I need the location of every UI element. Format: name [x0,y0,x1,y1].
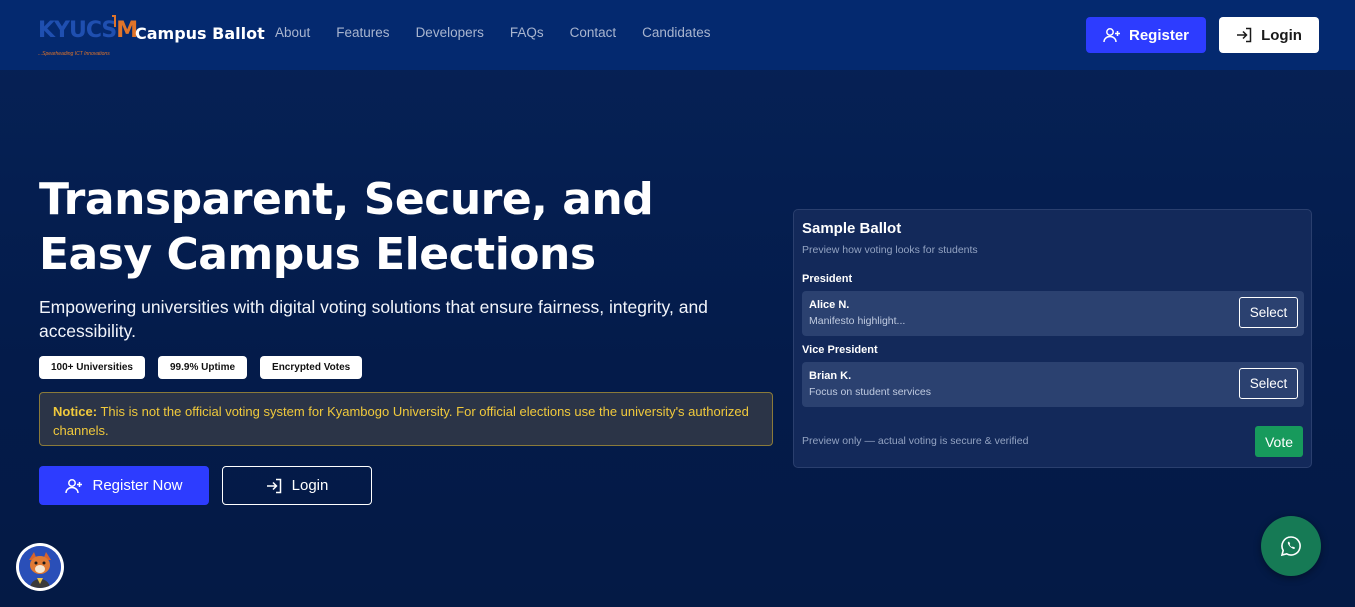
user-plus-icon [1103,27,1121,43]
candidate-name: Brian K. [809,370,852,382]
navbar: KYUCSM ...Spearheading ICT Innovations C… [0,0,1355,70]
ballot-subtitle: Preview how voting looks for students [802,244,978,256]
badges: 100+ Universities 99.9% Uptime Encrypted… [39,356,363,379]
badge-uptime: 99.9% Uptime [158,356,248,379]
sign-in-icon [1236,27,1253,43]
user-plus-icon [65,478,83,494]
position-label-president: President [802,273,853,285]
candidate-row-president: Alice N. Manifesto highlight... Select [802,291,1304,336]
nav-link-contact[interactable]: Contact [570,25,617,40]
notice-label: Notice: [53,404,98,419]
hero-login-button[interactable]: Login [222,466,372,505]
brand-name[interactable]: Campus Ballot [135,24,265,43]
logo-mark-icon [112,15,116,27]
nav-link-faqs[interactable]: FAQs [510,25,544,40]
position-label-vice-president: Vice President [802,344,878,356]
logo-tagline: ...Spearheading ICT Innovations [38,51,110,57]
ballot-footer-note: Preview only — actual voting is secure &… [802,435,1029,447]
nav-link-candidates[interactable]: Candidates [642,25,710,40]
register-now-button[interactable]: Register Now [39,466,209,505]
sign-in-icon [266,478,283,494]
notice-box: Notice: This is not the official voting … [39,392,773,446]
notice-text: This is not the official voting system f… [53,404,749,438]
nav-link-about[interactable]: About [275,25,310,40]
ballot-title: Sample Ballot [802,220,902,237]
nav-link-developers[interactable]: Developers [416,25,484,40]
nav-register-label: Register [1128,26,1190,44]
chat-assistant-avatar[interactable] [16,543,64,591]
avatar-image [19,546,61,588]
whatsapp-button[interactable] [1261,516,1321,576]
nav-login-button[interactable]: Login [1219,17,1319,53]
whatsapp-icon [1280,535,1302,557]
nav-login-label: Login [1261,26,1302,44]
candidate-row-vice-president: Brian K. Focus on student services Selec… [802,362,1304,407]
nav-link-features[interactable]: Features [336,25,389,40]
candidate-description: Manifesto highlight... [809,315,906,327]
vote-button[interactable]: Vote [1255,426,1303,457]
nav-links: About Features Developers FAQs Contact C… [275,25,736,40]
logo[interactable]: KYUCSM ...Spearheading ICT Innovations [38,13,138,59]
candidate-description: Focus on student services [809,386,931,398]
candidate-name: Alice N. [809,299,850,311]
badge-encrypted: Encrypted Votes [260,356,363,379]
hero-login-label: Login [291,477,329,494]
register-now-label: Register Now [92,477,183,494]
sample-ballot-card: Sample Ballot Preview how voting looks f… [793,209,1312,468]
select-vice-president-button[interactable]: Select [1239,368,1298,399]
hero-subtitle: Empowering universities with digital vot… [39,297,708,341]
select-president-button[interactable]: Select [1239,297,1298,328]
logo-text: KYUCS [38,18,117,43]
badge-universities: 100+ Universities [39,356,145,379]
nav-register-button[interactable]: Register [1086,17,1206,53]
hero-title: Transparent, Secure, and Easy Campus Ele… [39,174,654,280]
